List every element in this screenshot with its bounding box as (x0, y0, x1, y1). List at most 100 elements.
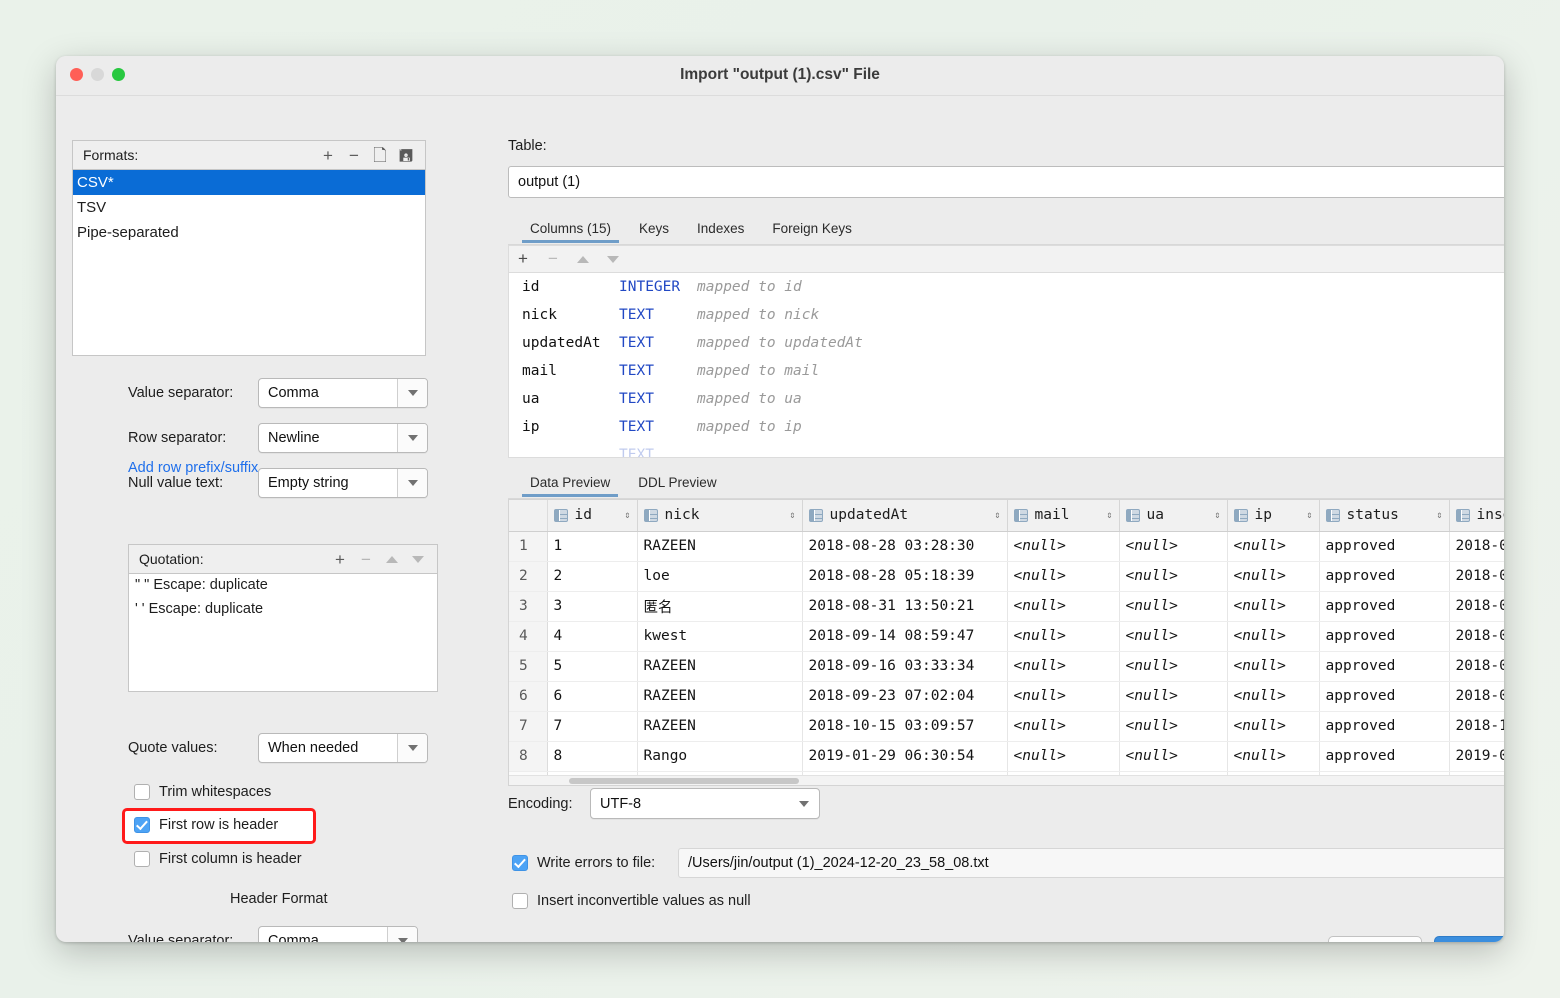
quote-values-select[interactable]: When needed (258, 733, 428, 763)
cell-nick[interactable]: RAZEEN (637, 681, 803, 712)
table-row[interactable]: 7 7 RAZEEN 2018-10-15 03:09:57 <null> <n… (509, 711, 1504, 742)
cell-insert[interactable]: 2018-09-1 (1449, 651, 1504, 682)
column-header-status[interactable]: status ⇕ (1319, 500, 1450, 532)
chevron-down-icon[interactable] (397, 424, 427, 452)
cell-status[interactable]: approved (1319, 561, 1450, 592)
cell-mail[interactable]: <null> (1007, 681, 1120, 712)
cell-ua[interactable]: <null> (1119, 561, 1228, 592)
cell-insert[interactable]: 2019-01-2 (1449, 741, 1504, 772)
column-row[interactable]: mail TEXT mapped to mail (509, 357, 1504, 385)
cell-ua[interactable]: <null> (1119, 651, 1228, 682)
first-row-is-header-checkbox-row[interactable]: First row is header (134, 817, 278, 833)
chevron-down-icon[interactable] (397, 469, 427, 497)
cell-nick[interactable]: RAZEEN (637, 531, 803, 562)
cell-status[interactable]: approved (1319, 531, 1450, 562)
insert-inconvertible-checkbox[interactable] (512, 893, 528, 909)
cell-nick[interactable]: loe (637, 561, 803, 592)
cell-ua[interactable]: <null> (1119, 621, 1228, 652)
cell-updatedat[interactable]: 2018-10-15 03:09:57 (802, 711, 1008, 742)
grid-horizontal-scrollbar[interactable] (509, 775, 1504, 785)
cell-status[interactable]: approved (1319, 711, 1450, 742)
quotation-item-single[interactable]: ' ' Escape: duplicate (129, 598, 437, 622)
chevron-down-icon[interactable] (397, 379, 427, 407)
cell-insert[interactable]: 2018-08-2 (1449, 561, 1504, 592)
cell-mail[interactable]: <null> (1007, 711, 1120, 742)
cell-ip[interactable]: <null> (1227, 741, 1320, 772)
format-item-pipe-separated[interactable]: Pipe-separated (73, 220, 425, 245)
column-row[interactable]: id INTEGER mapped to id (509, 273, 1504, 301)
header-format-value-separator-select[interactable]: Comma (258, 926, 418, 942)
cell-status[interactable]: approved (1319, 651, 1450, 682)
cell-ip[interactable]: <null> (1227, 711, 1320, 742)
column-header-nick[interactable]: nick ⇕ (637, 500, 803, 532)
cell-updatedat[interactable]: 2018-08-31 13:50:21 (802, 591, 1008, 622)
sort-icon[interactable]: ⇕ (1436, 510, 1442, 520)
first-column-is-header-checkbox[interactable] (134, 851, 150, 867)
cell-nick[interactable]: kwest (637, 621, 803, 652)
cell-status[interactable]: approved (1319, 591, 1450, 622)
cell-insert[interactable]: 2018-08-2 (1449, 531, 1504, 562)
cell-ip[interactable]: <null> (1227, 591, 1320, 622)
cell-ip[interactable]: <null> (1227, 681, 1320, 712)
column-row[interactable]: ip TEXT mapped to ip (509, 413, 1504, 441)
cell-status[interactable]: approved (1319, 681, 1450, 712)
cell-nick[interactable]: Rango (637, 741, 803, 772)
cell-nick[interactable]: 匿名 (637, 591, 803, 622)
null-value-text-select[interactable]: Empty string (258, 468, 428, 498)
column-header-ip[interactable]: ip ⇕ (1227, 500, 1320, 532)
cell-id[interactable]: 4 (547, 621, 638, 652)
tab-columns[interactable]: Columns (15) (516, 216, 625, 243)
sort-icon[interactable]: ⇕ (789, 510, 795, 520)
tab-indexes[interactable]: Indexes (683, 216, 758, 243)
tab-ddl-preview[interactable]: DDL Preview (624, 470, 730, 497)
import-button[interactable]: Import (1434, 936, 1504, 942)
chevron-down-icon[interactable] (387, 927, 417, 942)
tab-data-preview[interactable]: Data Preview (516, 470, 624, 497)
table-row[interactable]: 4 4 kwest 2018-09-14 08:59:47 <null> <nu… (509, 621, 1504, 652)
duplicate-format-icon[interactable]: 🗋 (367, 144, 393, 166)
cell-insert[interactable]: 2018-09-2 (1449, 681, 1504, 712)
quotation-item-double[interactable]: " " Escape: duplicate (129, 574, 437, 598)
chevron-down-icon[interactable] (789, 789, 819, 818)
sort-icon[interactable]: ⇕ (1306, 510, 1312, 520)
cell-ip[interactable]: <null> (1227, 651, 1320, 682)
add-column-icon[interactable]: + (509, 247, 537, 271)
move-up-icon[interactable] (379, 548, 405, 570)
data-preview-grid[interactable]: id ⇕ nick ⇕ updatedAt ⇕ mail ⇕ ua ⇕ ip ⇕ statu… (508, 499, 1504, 786)
chevron-down-icon[interactable] (397, 734, 427, 762)
table-row[interactable]: 8 8 Rango 2019-01-29 06:30:54 <null> <nu… (509, 741, 1504, 772)
cancel-button[interactable]: Cancel (1328, 936, 1422, 942)
quotation-list[interactable]: " " Escape: duplicate ' ' Escape: duplic… (129, 574, 437, 691)
cell-updatedat[interactable]: 2018-08-28 05:18:39 (802, 561, 1008, 592)
cell-id[interactable]: 7 (547, 711, 638, 742)
write-errors-path-input[interactable]: /Users/jin/output (1)_2024-12-20_23_58_0… (678, 848, 1504, 878)
cell-ua[interactable]: <null> (1119, 681, 1228, 712)
cell-ip[interactable]: <null> (1227, 621, 1320, 652)
cell-updatedat[interactable]: 2018-09-14 08:59:47 (802, 621, 1008, 652)
encoding-select[interactable]: UTF-8 (590, 788, 820, 819)
column-row[interactable]: ua TEXT mapped to ua (509, 385, 1504, 413)
cell-nick[interactable]: RAZEEN (637, 651, 803, 682)
table-row[interactable]: 6 6 RAZEEN 2018-09-23 07:02:04 <null> <n… (509, 681, 1504, 712)
table-name-input[interactable]: output (1) (508, 166, 1504, 198)
cell-ua[interactable]: <null> (1119, 741, 1228, 772)
cell-id[interactable]: 8 (547, 741, 638, 772)
cell-id[interactable]: 3 (547, 591, 638, 622)
cell-mail[interactable]: <null> (1007, 621, 1120, 652)
cell-id[interactable]: 5 (547, 651, 638, 682)
cell-nick[interactable]: RAZEEN (637, 711, 803, 742)
cell-mail[interactable]: <null> (1007, 741, 1120, 772)
tab-keys[interactable]: Keys (625, 216, 683, 243)
sort-icon[interactable]: ⇕ (994, 510, 1000, 520)
sort-icon[interactable]: ⇕ (1106, 510, 1112, 520)
remove-quotation-icon[interactable]: − (353, 548, 379, 570)
column-row[interactable]: updatedAt TEXT mapped to updatedAt (509, 329, 1504, 357)
format-item-tsv[interactable]: TSV (73, 195, 425, 220)
formats-list[interactable]: CSV* TSV Pipe-separated (73, 170, 425, 355)
cell-mail[interactable]: <null> (1007, 651, 1120, 682)
columns-list[interactable]: id INTEGER mapped to id nick TEXT mapped… (508, 272, 1504, 458)
column-header-insert[interactable]: insert (1449, 500, 1504, 532)
cell-mail[interactable]: <null> (1007, 531, 1120, 562)
save-format-icon[interactable]: 🖪 (393, 144, 419, 166)
trim-whitespaces-checkbox-row[interactable]: Trim whitespaces (134, 784, 271, 800)
